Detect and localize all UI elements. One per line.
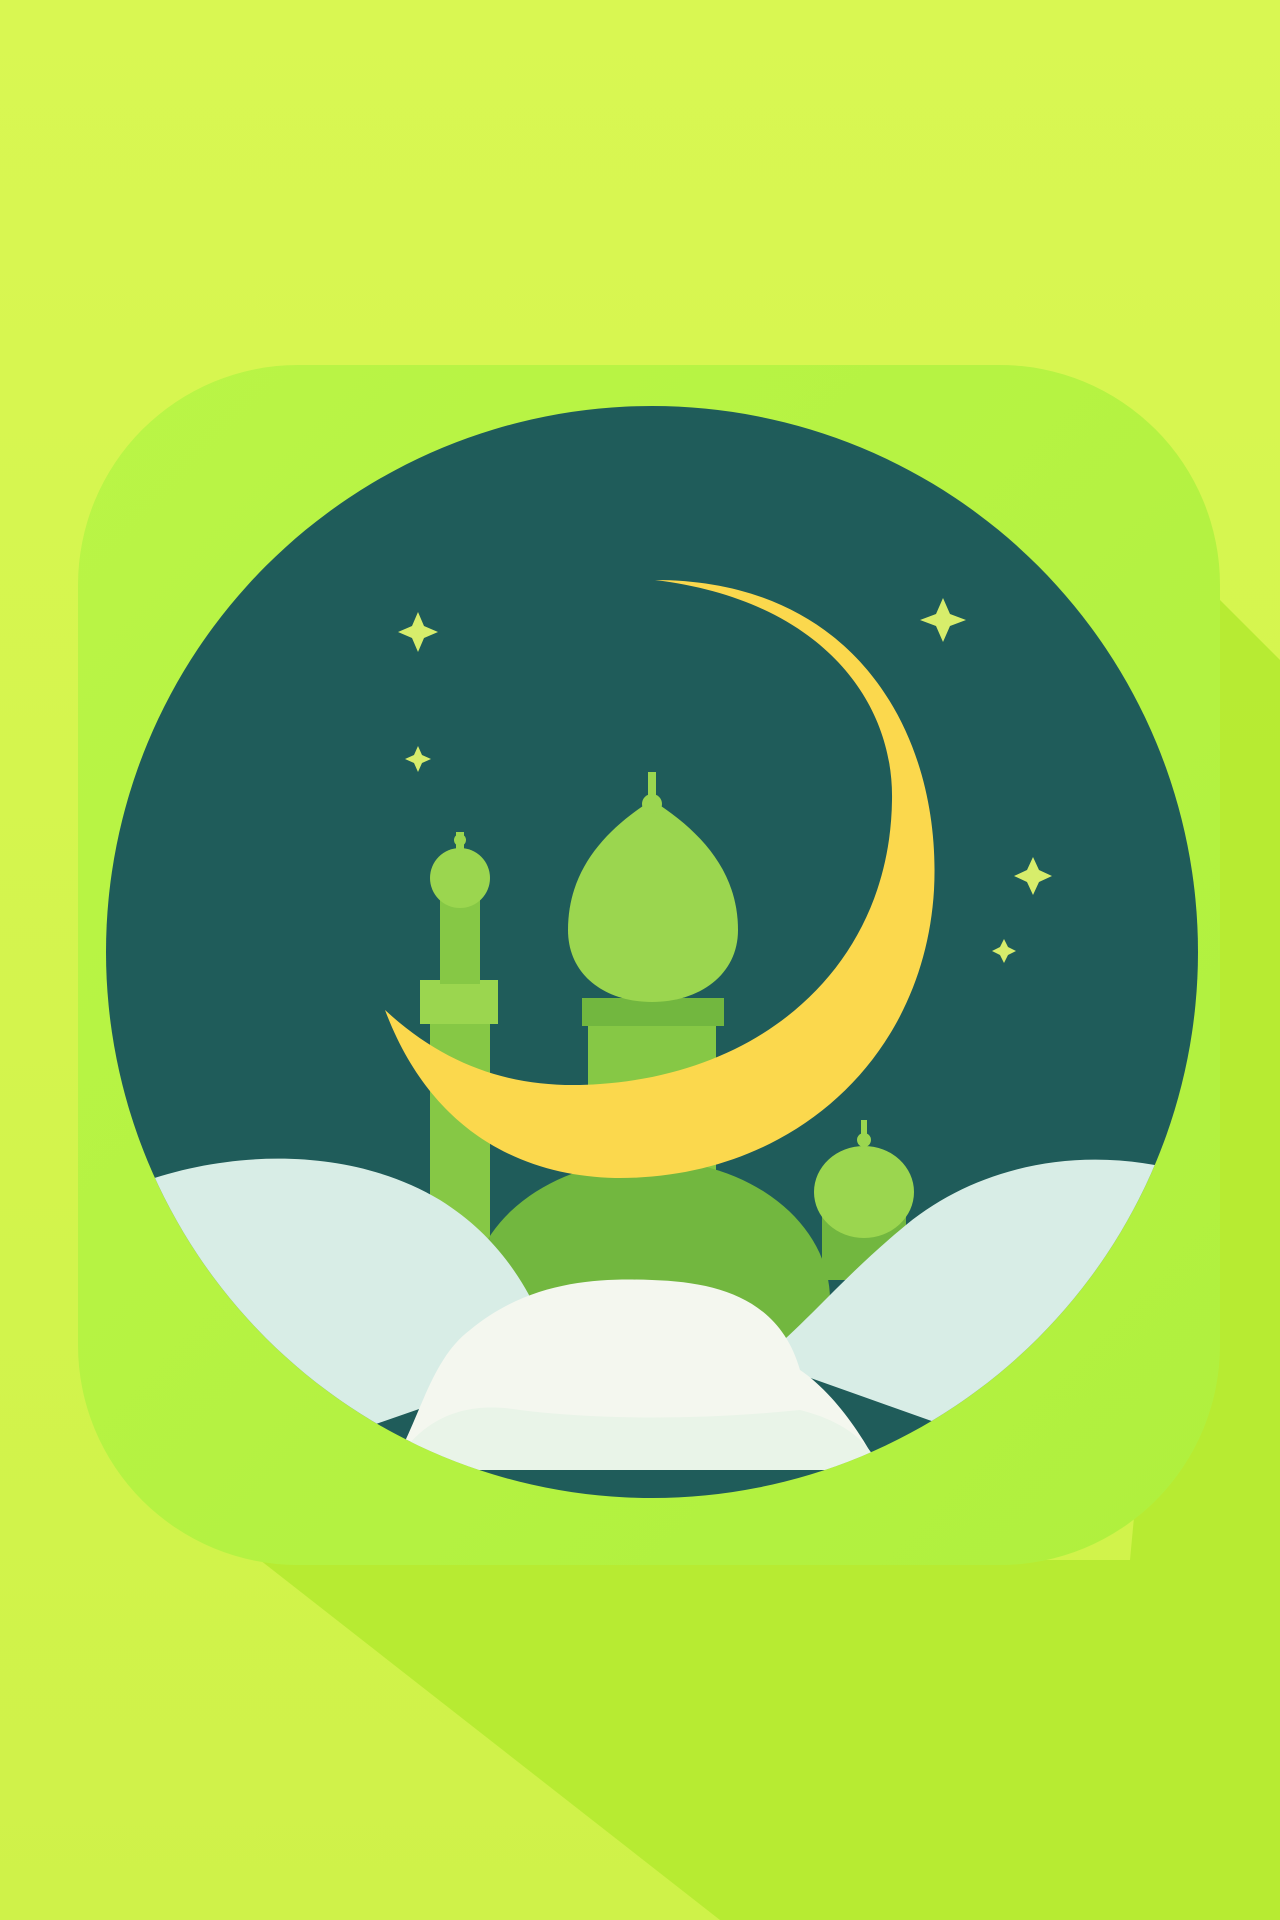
app-icon-canvas	[0, 0, 1280, 1920]
app-icon-artwork	[0, 0, 1280, 1920]
